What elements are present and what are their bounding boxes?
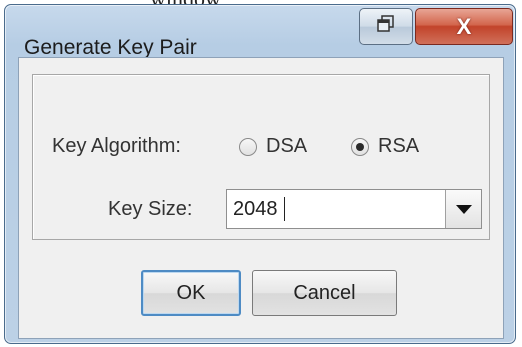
options-panel: Key Algorithm: DSA RSA Key Size: 2048 (32, 74, 490, 240)
radio-rsa[interactable]: RSA (351, 135, 419, 158)
key-size-label: Key Size: (108, 198, 193, 220)
cancel-button[interactable]: Cancel (252, 270, 397, 316)
dialog-window: Generate Key Pair X Key Algorithm: DSA R… (4, 4, 516, 344)
restore-icon (376, 14, 396, 39)
close-button[interactable]: X (415, 8, 513, 45)
close-icon: X (456, 13, 472, 39)
dialog-content: Key Algorithm: DSA RSA Key Size: 2048 OK… (18, 57, 504, 339)
radio-dsa-label[interactable]: DSA (266, 135, 307, 158)
radio-rsa-circle[interactable] (351, 137, 369, 156)
radio-rsa-label[interactable]: RSA (378, 135, 419, 158)
key-algorithm-label: Key Algorithm: (52, 135, 181, 157)
radio-dsa-circle[interactable] (239, 137, 257, 156)
radio-dsa[interactable]: DSA (239, 135, 307, 158)
chevron-down-icon (455, 204, 472, 214)
key-size-combobox[interactable]: 2048 (226, 189, 482, 229)
text-caret (284, 197, 285, 221)
key-size-dropdown-button[interactable] (445, 190, 481, 228)
restore-button[interactable] (359, 8, 413, 45)
key-size-input[interactable]: 2048 (233, 198, 278, 221)
ok-button[interactable]: OK (141, 270, 241, 316)
